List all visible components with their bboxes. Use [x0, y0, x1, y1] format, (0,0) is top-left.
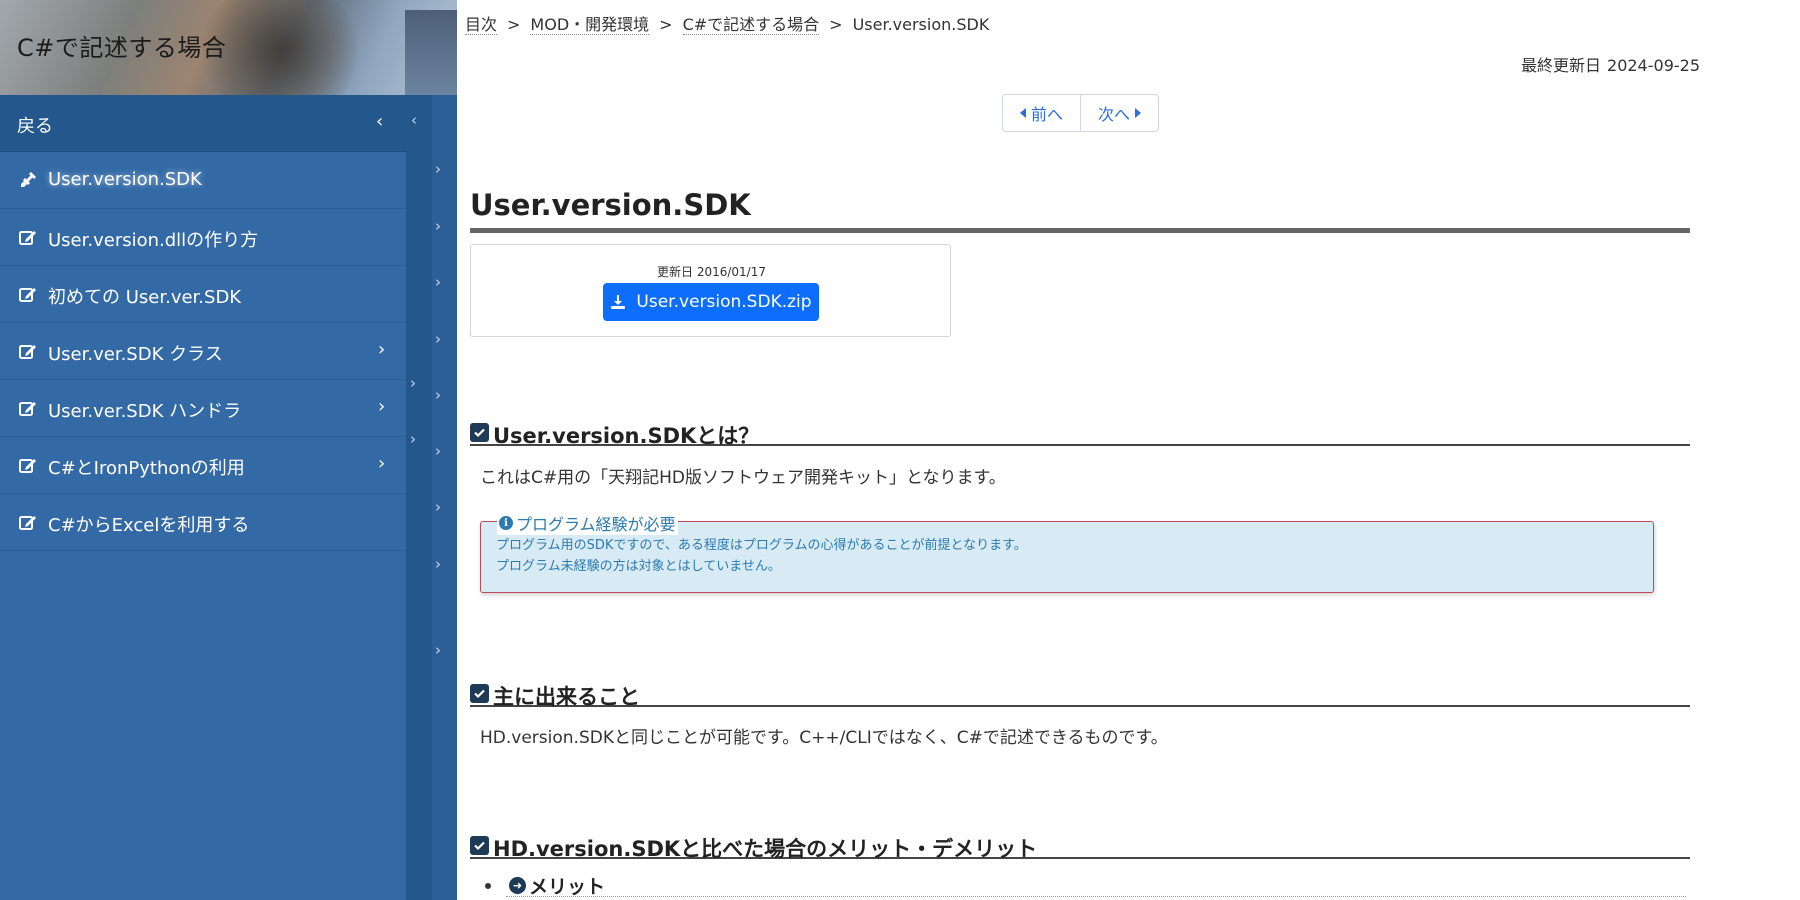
- chevron-right-icon[interactable]: ›: [435, 498, 441, 516]
- notice-title: i プログラム経験が必要: [497, 511, 678, 535]
- sidebar-item-sdk-class[interactable]: User.ver.SDK クラス ›: [0, 323, 406, 380]
- chevron-right-icon[interactable]: ›: [435, 273, 441, 291]
- chevron-right-icon: ›: [378, 453, 386, 474]
- caret-right-icon: [1135, 108, 1141, 118]
- main-content: 目次 > MOD・開発環境 > C#で記述する場合 > User.version.SDK 最…: [457, 0, 1800, 900]
- edit-icon: [19, 402, 36, 416]
- about-text: これはC#用の「天翔記HD版ソフトウェア開発キット」となります。: [480, 468, 1006, 488]
- title-divider: [470, 228, 1690, 233]
- chevron-left-icon[interactable]: ‹: [411, 111, 417, 129]
- download-box: 更新日 2016/01/17 User.version.SDK.zip: [470, 244, 951, 337]
- edit-icon: [19, 516, 36, 530]
- sidebar-item-label: C#からExcelを利用する: [48, 515, 250, 536]
- chevron-right-icon: ›: [378, 339, 386, 360]
- chevron-right-icon[interactable]: ›: [435, 217, 441, 235]
- breadcrumb-link-mod[interactable]: MOD・開発環境: [530, 15, 650, 35]
- breadcrumb-separator: >: [507, 15, 521, 34]
- notice-box: i プログラム経験が必要 プログラム用のSDKですので、ある程度はプログラムの心…: [480, 511, 1654, 593]
- chevron-right-icon[interactable]: ›: [435, 555, 441, 573]
- last-updated-label: 最終更新日: [1521, 56, 1602, 75]
- last-updated: 最終更新日 2024-09-25: [1521, 52, 1700, 76]
- next-label: 次へ: [1097, 105, 1130, 124]
- page-title: User.version.SDK: [470, 188, 751, 222]
- sidebar-item-ironpython[interactable]: C#とIronPythonの利用 ›: [0, 437, 406, 494]
- merit-label: メリット: [529, 876, 606, 898]
- edit-icon: [19, 288, 36, 302]
- notice-title-text: プログラム経験が必要: [516, 515, 676, 534]
- breadcrumb-separator: >: [659, 15, 673, 34]
- caret-left-icon: [1019, 108, 1026, 118]
- notice-line: プログラム未経験の方は対象とはしていません。: [496, 559, 781, 574]
- check-square-icon: [470, 836, 489, 855]
- sidebar-item-label: 初めての User.ver.SDK: [48, 287, 242, 308]
- check-square-icon: [470, 684, 489, 703]
- breadcrumb-link-csharp[interactable]: C#で記述する場合: [682, 15, 820, 35]
- breadcrumb-current: User.version.SDK: [852, 15, 990, 34]
- chevron-right-icon: ›: [378, 396, 386, 417]
- sidebar-item-dll-howto[interactable]: User.version.dllの作り方: [0, 209, 406, 266]
- download-label: User.version.SDK.zip: [636, 292, 812, 312]
- sidebar-item-label: User.version.dllの作り方: [48, 230, 259, 251]
- sidebar: C#で記述する場合 ‹ › › › › › › › › › › › 戻る ‹ U…: [0, 0, 457, 900]
- section-heading-features: 主に出来ること: [470, 681, 1690, 709]
- edit-icon: [19, 459, 36, 473]
- merit-divider: [506, 896, 1686, 897]
- plug-icon: [21, 172, 36, 187]
- breadcrumb: 目次 > MOD・開発環境 > C#で記述する場合 > User.version.SDK: [465, 11, 989, 35]
- sidebar-item-user-version-sdk[interactable]: User.version.SDK: [0, 152, 406, 209]
- arrow-circle-right-icon: ➜: [509, 877, 526, 894]
- prev-button[interactable]: 前へ: [1003, 95, 1080, 131]
- download-date: 更新日 2016/01/17: [657, 265, 766, 279]
- next-button[interactable]: 次へ: [1080, 95, 1158, 131]
- bullet: [485, 882, 491, 889]
- sidebar-item-label: User.ver.SDK クラス: [48, 344, 223, 365]
- prev-label: 前へ: [1030, 105, 1063, 124]
- notice-line: プログラム用のSDKですので、ある程度はプログラムの心得があることが前提となりま…: [496, 538, 1027, 553]
- chevron-left-icon: ‹: [376, 111, 384, 132]
- pager: 前へ 次へ: [1002, 94, 1159, 132]
- sidebar-header: C#で記述する場合: [0, 0, 457, 95]
- breadcrumb-separator: >: [829, 15, 843, 34]
- chevron-right-icon[interactable]: ›: [410, 430, 416, 448]
- sidebar-item-excel[interactable]: C#からExcelを利用する: [0, 494, 406, 551]
- chevron-right-icon[interactable]: ›: [435, 330, 441, 348]
- sidebar-item-label: User.ver.SDK ハンドラ: [48, 401, 242, 422]
- sidebar-item-first-sdk[interactable]: 初めての User.ver.SDK: [0, 266, 406, 323]
- chevron-right-icon[interactable]: ›: [435, 160, 441, 178]
- breadcrumb-link-toc[interactable]: 目次: [465, 15, 498, 35]
- sidebar-item-label: C#とIronPythonの利用: [48, 458, 245, 479]
- check-square-icon: [470, 423, 489, 442]
- chevron-right-icon[interactable]: ›: [410, 374, 416, 392]
- edit-icon: [19, 345, 36, 359]
- chevron-right-icon[interactable]: ›: [435, 386, 441, 404]
- section-heading-compare: HD.version.SDKと比べた場合のメリット・デメリット: [470, 833, 1690, 861]
- download-icon: [611, 295, 626, 309]
- back-button[interactable]: 戻る ‹: [0, 95, 406, 152]
- download-button[interactable]: User.version.SDK.zip: [603, 283, 819, 321]
- merit-list-item: ➜ メリット: [485, 872, 605, 899]
- features-text: HD.version.SDKと同じことが可能です。C++/CLIではなく、C#で…: [480, 728, 1168, 748]
- last-updated-date: 2024-09-25: [1607, 56, 1700, 75]
- back-label: 戻る: [17, 116, 53, 137]
- section-heading-text: 主に出来ること: [493, 685, 640, 709]
- section-heading-text: HD.version.SDKと比べた場合のメリット・デメリット: [493, 837, 1038, 861]
- sidebar-item-sdk-handler[interactable]: User.ver.SDK ハンドラ ›: [0, 380, 406, 437]
- info-icon: i: [499, 516, 513, 530]
- edit-icon: [19, 231, 36, 245]
- sidebar-item-label: User.version.SDK: [48, 169, 202, 190]
- collapsed-menu-strip: ‹ › › › › › › › › › › ›: [406, 95, 457, 900]
- section-heading-text: User.version.SDKとは？: [493, 424, 760, 448]
- sidebar-title: C#で記述する場合: [17, 34, 227, 62]
- section-heading-about: User.version.SDKとは？: [470, 420, 1690, 448]
- chevron-right-icon[interactable]: ›: [435, 442, 441, 460]
- chevron-right-icon[interactable]: ›: [435, 641, 441, 659]
